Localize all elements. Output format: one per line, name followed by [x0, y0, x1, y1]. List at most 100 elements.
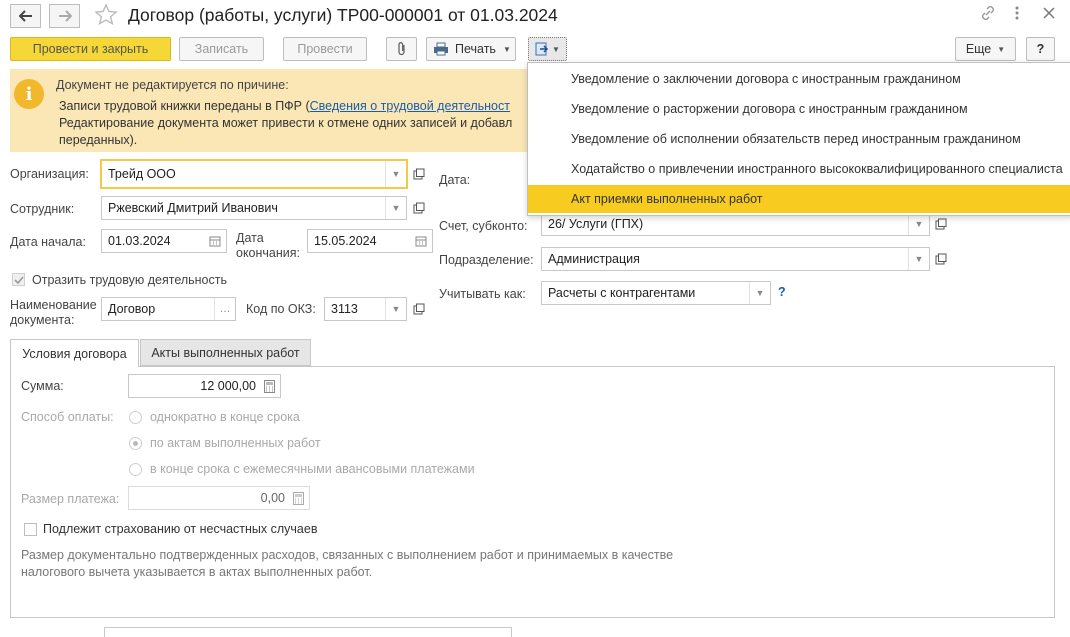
- division-value: Администрация: [548, 252, 640, 266]
- tab-contract-conditions-label: Условия договора: [22, 346, 127, 361]
- payment-size-field[interactable]: 0,00: [128, 486, 310, 510]
- account-as-value: Расчеты с контрагентами: [548, 286, 696, 300]
- payment-radio-acts[interactable]: [129, 437, 142, 450]
- conditions-panel: Сумма: 12 000,00 Способ оплаты: однократ…: [10, 366, 1055, 618]
- more-vertical-icon[interactable]: [1013, 5, 1021, 24]
- notice-line2: Редактирование документа может привести …: [59, 116, 513, 130]
- payment-radio-once[interactable]: [129, 411, 142, 424]
- save-label: Записать: [194, 42, 249, 56]
- okz-field[interactable]: 3113 ▼: [324, 297, 407, 321]
- okz-open-button[interactable]: [410, 298, 428, 320]
- tab-contract-conditions[interactable]: Условия договора: [10, 339, 139, 367]
- notice-line1: Записи трудовой книжки переданы в ПФР (С…: [59, 99, 510, 113]
- checkmark-icon: [14, 276, 24, 285]
- sum-value: 12 000,00: [200, 379, 256, 393]
- dropdown-icon[interactable]: ▼: [385, 197, 406, 219]
- post-and-close-label: Провести и закрыть: [32, 42, 149, 56]
- more-button[interactable]: Еще ▼: [955, 37, 1016, 61]
- open-icon: [935, 218, 947, 230]
- tab-work-acts[interactable]: Акты выполненных работ: [140, 339, 311, 366]
- account-as-label: Учитывать как:: [439, 287, 526, 301]
- calculator-icon[interactable]: [287, 487, 309, 509]
- insurance-checkbox[interactable]: [24, 523, 37, 536]
- chevron-down-icon: ▼: [502, 44, 511, 54]
- account-as-field[interactable]: Расчеты с контрагентами ▼: [541, 281, 771, 305]
- menu-item-notify-termination[interactable]: Уведомление о расторжении договора с ино…: [528, 95, 1070, 123]
- docname-label-2: документа:: [10, 313, 75, 327]
- dropdown-icon[interactable]: ▼: [749, 282, 770, 304]
- employee-label: Сотрудник:: [10, 202, 75, 216]
- post-button[interactable]: Провести: [283, 37, 367, 61]
- dropdown-icon[interactable]: ▼: [385, 161, 406, 187]
- division-field[interactable]: Администрация ▼: [541, 247, 930, 271]
- save-button[interactable]: Записать: [179, 37, 264, 61]
- org-field[interactable]: Трейд ООО ▼: [101, 160, 407, 188]
- start-date-field[interactable]: 01.03.2024: [101, 229, 227, 253]
- help-button[interactable]: ?: [1026, 37, 1055, 61]
- reflect-label: Отразить трудовую деятельность: [32, 273, 228, 287]
- printer-icon: [434, 42, 448, 56]
- employee-field[interactable]: Ржевский Дмитрий Иванович ▼: [101, 196, 407, 220]
- payment-method-label: Способ оплаты:: [21, 410, 114, 424]
- employee-value: Ржевский Дмитрий Иванович: [108, 201, 278, 215]
- attach-button[interactable]: [386, 37, 417, 61]
- org-open-button[interactable]: [410, 163, 428, 185]
- end-date-label: Дата окончания:: [236, 231, 300, 261]
- bottom-partial-field[interactable]: [104, 627, 512, 637]
- account-open-button[interactable]: [932, 213, 950, 235]
- division-open-button[interactable]: [932, 248, 950, 270]
- more-label: Еще: [965, 42, 992, 56]
- payment-option-once: однократно в конце срока: [150, 410, 300, 424]
- account-label: Счет, субконто:: [439, 219, 528, 233]
- menu-item-notify-fulfillment[interactable]: Уведомление об исполнении обязательств п…: [528, 125, 1070, 153]
- help-label: ?: [1036, 42, 1045, 56]
- forward-button[interactable]: [49, 4, 80, 28]
- dropdown-icon[interactable]: ▼: [908, 213, 929, 235]
- calculator-icon[interactable]: [258, 375, 280, 397]
- start-date-value: 01.03.2024: [108, 234, 171, 248]
- favorite-star-icon[interactable]: [94, 3, 118, 30]
- dropdown-icon[interactable]: ▼: [908, 248, 929, 270]
- menu-item-acceptance-act[interactable]: Акт приемки выполненных работ: [528, 185, 1070, 213]
- payment-option-acts: по актам выполненных работ: [150, 436, 321, 450]
- calendar-icon[interactable]: [204, 230, 226, 252]
- readonly-notice: i Документ не редактируется по причине: …: [10, 69, 527, 152]
- okz-value: 3113: [331, 302, 358, 316]
- notice-line3: переданных).: [59, 133, 138, 147]
- ellipsis-icon[interactable]: …: [214, 298, 235, 320]
- link-icon[interactable]: [980, 5, 996, 24]
- print-label: Печать: [455, 42, 496, 56]
- end-date-value: 15.05.2024: [314, 234, 377, 248]
- open-icon: [935, 253, 947, 265]
- calendar-icon[interactable]: [410, 230, 432, 252]
- division-label: Подразделение:: [439, 253, 534, 267]
- open-icon: [413, 202, 425, 214]
- org-value: Трейд ООО: [108, 167, 176, 181]
- create-based-on-button[interactable]: ▼: [528, 37, 567, 61]
- docname-value: Договор: [108, 302, 156, 316]
- info-icon: i: [14, 79, 44, 109]
- docname-field[interactable]: Договор …: [101, 297, 236, 321]
- close-icon[interactable]: [1043, 7, 1055, 22]
- menu-item-petition-specialist[interactable]: Ходатайство о привлечении иностранного в…: [528, 155, 1070, 183]
- note-line2: налогового вычета указывается в актах вы…: [21, 565, 373, 579]
- create-based-on-menu: Уведомление о заключении договора с инос…: [527, 62, 1070, 216]
- radio-dot: [133, 441, 138, 446]
- payment-radio-monthly[interactable]: [129, 463, 142, 476]
- back-button[interactable]: [10, 4, 41, 28]
- help-question-icon[interactable]: ?: [778, 285, 786, 299]
- notice-link[interactable]: Сведения о трудовой деятельност: [310, 99, 510, 113]
- arrow-right-icon: [58, 10, 72, 22]
- chevron-down-icon: ▼: [997, 44, 1006, 54]
- post-and-close-button[interactable]: Провести и закрыть: [10, 37, 171, 61]
- end-date-field[interactable]: 15.05.2024: [307, 229, 433, 253]
- menu-item-notify-conclusion[interactable]: Уведомление о заключении договора с инос…: [528, 65, 1070, 93]
- print-button[interactable]: Печать ▼: [426, 37, 516, 61]
- reflect-checkbox[interactable]: [12, 273, 25, 286]
- dropdown-icon[interactable]: ▼: [385, 298, 406, 320]
- okz-label: Код по ОКЗ:: [246, 302, 316, 316]
- sum-field[interactable]: 12 000,00: [128, 374, 281, 398]
- arrow-left-icon: [18, 10, 32, 22]
- paperclip-icon: [397, 42, 405, 56]
- employee-open-button[interactable]: [410, 197, 428, 219]
